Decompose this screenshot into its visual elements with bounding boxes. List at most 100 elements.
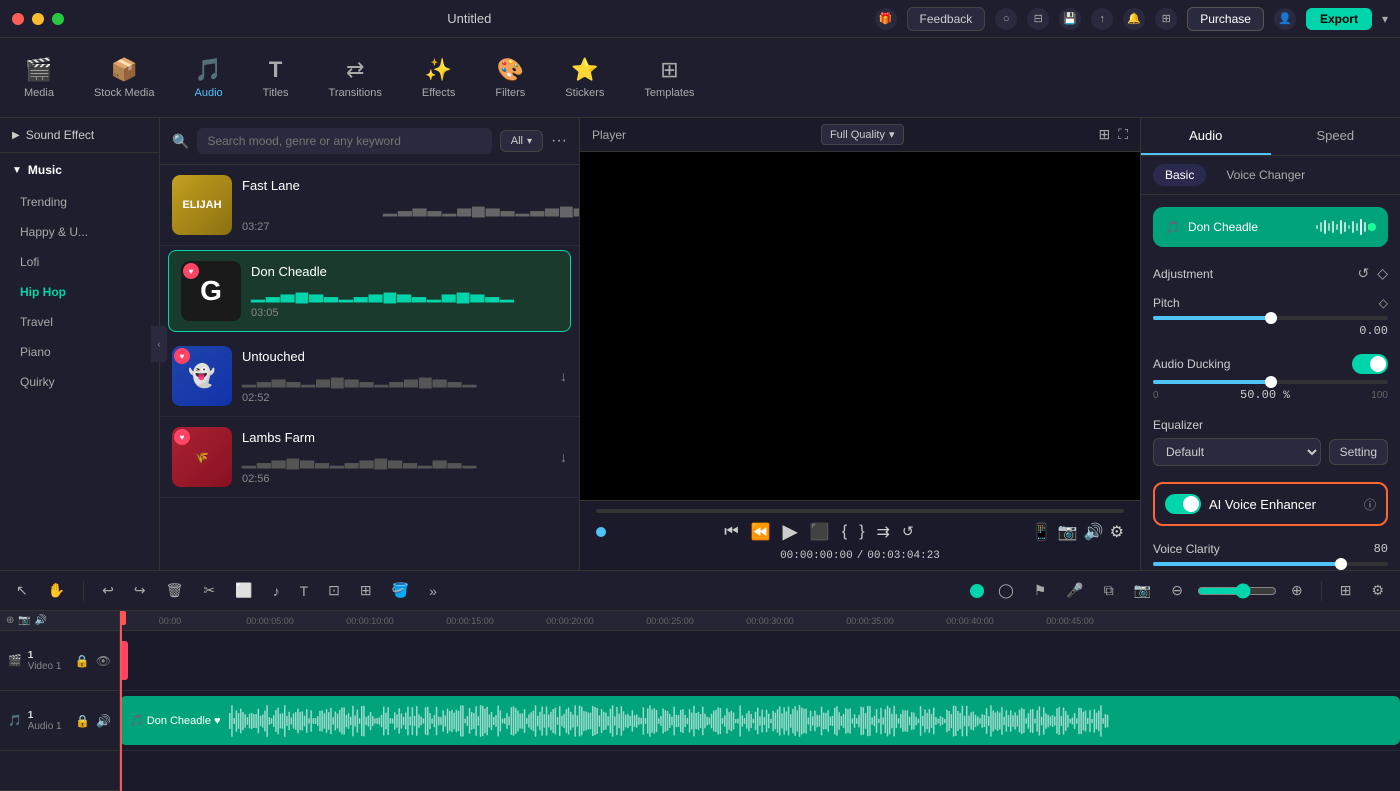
search-input[interactable] [197,128,491,154]
export-button[interactable]: Export [1306,8,1372,30]
voice-clarity-slider[interactable] [1153,562,1388,566]
upload-icon[interactable]: ↑ [1091,8,1113,30]
export-dropdown-icon[interactable]: ▾ [1382,12,1388,26]
plus-circle-icon[interactable]: ⊕ [1285,578,1309,603]
responsive-view-icon[interactable]: 📱 [1032,522,1052,542]
text-tool-icon[interactable]: T [294,579,315,603]
stop-icon[interactable]: ⬛ [810,522,830,542]
eye-icon[interactable]: 👁 [96,654,111,668]
layout-icon[interactable]: ⊟ [1027,8,1049,30]
toolbar-titles[interactable]: T Titles [255,51,297,105]
media-panel-icon[interactable]: 📷 [1128,578,1157,603]
voice-clarity-thumb[interactable] [1335,558,1347,570]
toolbar-media[interactable]: 🎬 Media [16,51,62,105]
quality-selector[interactable]: Full Quality ▾ [821,124,904,145]
layers-icon[interactable]: ⧉ [1098,578,1120,603]
ducking-toggle[interactable] [1352,354,1388,374]
filter-all-button[interactable]: All ▾ [500,130,543,152]
move-icon[interactable]: ⊞ [354,578,378,603]
toolbar-stickers[interactable]: ⭐ Stickers [557,51,612,105]
category-happy[interactable]: Happy & U... [0,217,159,247]
paint-icon[interactable]: 🪣 [386,578,415,603]
zoom-slider[interactable] [1197,583,1277,599]
audio-type-icon[interactable]: 🔊 [35,615,47,626]
panel-collapse-button[interactable]: ‹ [151,326,167,362]
theme-icon[interactable]: ○ [995,8,1017,30]
delete-icon[interactable]: 🗑 [160,578,190,603]
track-item-active[interactable]: G ♥ Don Cheadle ▁▂▃▄▃▂▁▂▃▄▃▂▁▃▄▃▂▁ 03:05 [168,250,571,332]
apps-icon[interactable]: ⊞ [1155,8,1177,30]
feedback-button[interactable]: Feedback [907,7,986,31]
more-tools-icon[interactable]: » [423,579,443,603]
purchase-button[interactable]: Purchase [1187,7,1264,31]
undo-icon[interactable]: ↩ [96,578,120,603]
select-tool-icon[interactable]: ↖ [10,578,34,603]
gift-icon[interactable]: 🎁 [875,8,897,30]
pitch-edit-icon[interactable]: ◇ [1379,296,1388,310]
track-item[interactable]: ELIJAH Fast Lane /* wave bars */ ▁▂▃▂▁▃▄… [160,165,579,246]
media-type-icon[interactable]: 📷 [18,615,30,626]
ducking-thumb[interactable] [1265,376,1277,388]
category-quirky[interactable]: Quirky [0,367,159,397]
edit-adjustment-icon[interactable]: ◇ [1377,265,1388,282]
loop-icon[interactable]: ↺ [902,523,914,540]
step-back-icon[interactable]: ⏮ [724,523,738,541]
record-button[interactable] [970,584,984,598]
avatar[interactable]: 👤 [1274,8,1296,30]
tab-audio[interactable]: Audio [1141,118,1271,155]
grid-view-icon[interactable]: ⊞ [1098,126,1110,143]
play-icon[interactable]: ▶ [783,519,798,544]
add-track-icon[interactable]: ⊕ [6,615,14,626]
grid-icon[interactable]: ⊞ [1334,578,1358,603]
category-travel[interactable]: Travel [0,307,159,337]
minimize-button[interactable] [32,13,44,25]
transform-icon[interactable]: ⊡ [322,578,346,603]
mic-icon[interactable]: 🎤 [1060,578,1089,603]
download-icon[interactable]: ↓ [560,449,567,465]
toolbar-transitions[interactable]: ⇄ Transitions [321,51,390,105]
mark-out-icon[interactable]: } [859,523,864,541]
subtab-basic[interactable]: Basic [1153,164,1206,186]
category-hip-hop[interactable]: Hip Hop [0,277,159,307]
cut-icon[interactable]: ✂ [197,578,221,603]
download-icon[interactable]: ↓ [560,368,567,384]
equalizer-select[interactable]: Default [1153,438,1321,466]
mark-in-icon[interactable]: { [842,523,847,541]
circle-icon[interactable]: ◯ [992,578,1020,603]
subtab-voice-changer[interactable]: Voice Changer [1214,164,1317,186]
settings-tool-icon[interactable]: ⚙ [1365,578,1390,603]
tab-speed[interactable]: Speed [1271,118,1400,155]
volume-icon[interactable]: 🔊 [1084,522,1104,542]
toolbar-templates[interactable]: ⊞ Templates [636,51,702,105]
ducking-slider[interactable] [1153,380,1388,384]
track-item[interactable]: 👻 ♥ Untouched ▁▂▃▂▁▃▄▃▂▁▂▃▄▃▂▁ 02:52 ↓ [160,336,579,417]
category-trending[interactable]: Trending [0,187,159,217]
flag-icon[interactable]: ⚑ [1028,578,1053,603]
frame-back-icon[interactable]: ⏪ [751,522,771,542]
more-options-icon[interactable]: ··· [551,132,567,150]
audio-lock-icon[interactable]: 🔒 [75,714,90,728]
category-lofi[interactable]: Lofi [0,247,159,277]
equalizer-setting-button[interactable]: Setting [1329,439,1388,465]
toolbar-stock-media[interactable]: 📦 Stock Media [86,51,163,105]
toolbar-audio[interactable]: 🎵 Audio [187,51,231,105]
category-piano[interactable]: Piano [0,337,159,367]
save-icon[interactable]: 💾 [1059,8,1081,30]
maximize-button[interactable] [52,13,64,25]
audio-clip-block[interactable]: 🎵 Don Cheadle ♥ [120,696,1400,745]
redo-icon[interactable]: ↪ [128,578,152,603]
toolbar-filters[interactable]: 🎨 Filters [487,51,533,105]
notification-icon[interactable]: 🔔 [1123,8,1145,30]
music-header[interactable]: ▼ Music [0,153,159,187]
minus-circle-icon[interactable]: ⊖ [1165,578,1189,603]
reset-adjustment-icon[interactable]: ↺ [1357,265,1369,282]
sound-effect-header[interactable]: ▶ Sound Effect [0,118,159,153]
track-item[interactable]: 🌾 ♥ Lambs Farm ▁▂▃▄▃▂▁▂▃▄▃▂▁▃▂▁ 02:56 ↓ [160,417,579,498]
toolbar-effects[interactable]: ✨ Effects [414,51,463,105]
pitch-thumb[interactable] [1265,312,1277,324]
snapshot-icon[interactable]: 📷 [1058,522,1078,542]
close-button[interactable] [12,13,24,25]
crop-icon[interactable]: ⬜ [229,578,258,603]
extract-icon[interactable]: ⇉ [877,522,890,542]
hand-tool-icon[interactable]: ✋ [42,578,71,603]
